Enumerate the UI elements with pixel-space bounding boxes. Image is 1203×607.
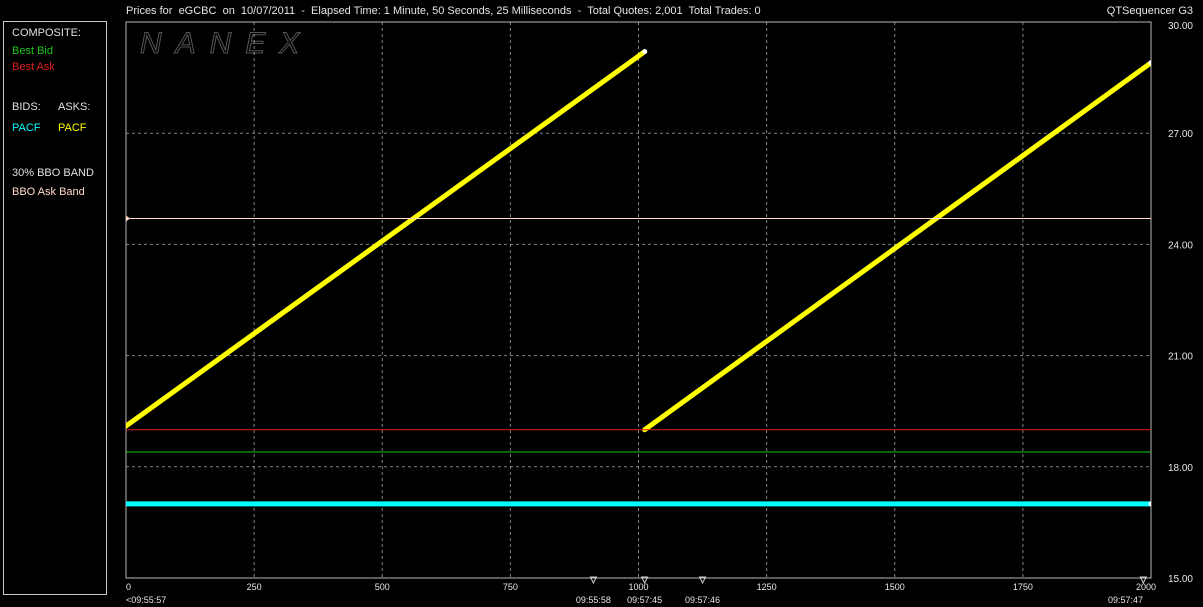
pacf-ask-endpoint — [642, 49, 648, 55]
time-marker-label: 09:57:46 — [685, 595, 720, 605]
y-tick-label: 24.00 — [1168, 240, 1193, 251]
time-marker-label: 09:55:58 — [576, 595, 611, 605]
pacf-bid-endpoint — [1148, 501, 1151, 507]
x-tick-label: 1250 — [757, 582, 777, 592]
x-tick-label: 250 — [247, 582, 262, 592]
pacf-ask-endpoint — [1148, 60, 1151, 66]
price-chart: NANEX 0 250 500 750 1000 1250 1500 1750 2000 15.0… — [125, 21, 1193, 605]
x-tick-label: 500 — [375, 582, 390, 592]
time-marker-label: <09:55:57 — [126, 595, 166, 605]
y-tick-label: 15.00 — [1168, 574, 1193, 585]
x-tick-label: 2000 — [1136, 582, 1156, 592]
y-tick-label: 21.00 — [1168, 352, 1193, 363]
y-tick-label: 18.00 — [1168, 463, 1193, 474]
x-tick-label: 750 — [503, 582, 518, 592]
x-tick-label: 1000 — [628, 582, 648, 592]
x-tick-label: 1500 — [885, 582, 905, 592]
y-tick-label: 30.00 — [1168, 21, 1193, 32]
x-tick-label: 1750 — [1013, 582, 1033, 592]
time-marker-label: 09:57:47 — [1108, 595, 1143, 605]
time-marker-label: 09:57:45 — [627, 595, 662, 605]
nanex-watermark: NANEX — [140, 27, 313, 60]
x-tick-label: 0 — [126, 582, 131, 592]
y-tick-label: 27.00 — [1168, 129, 1193, 140]
